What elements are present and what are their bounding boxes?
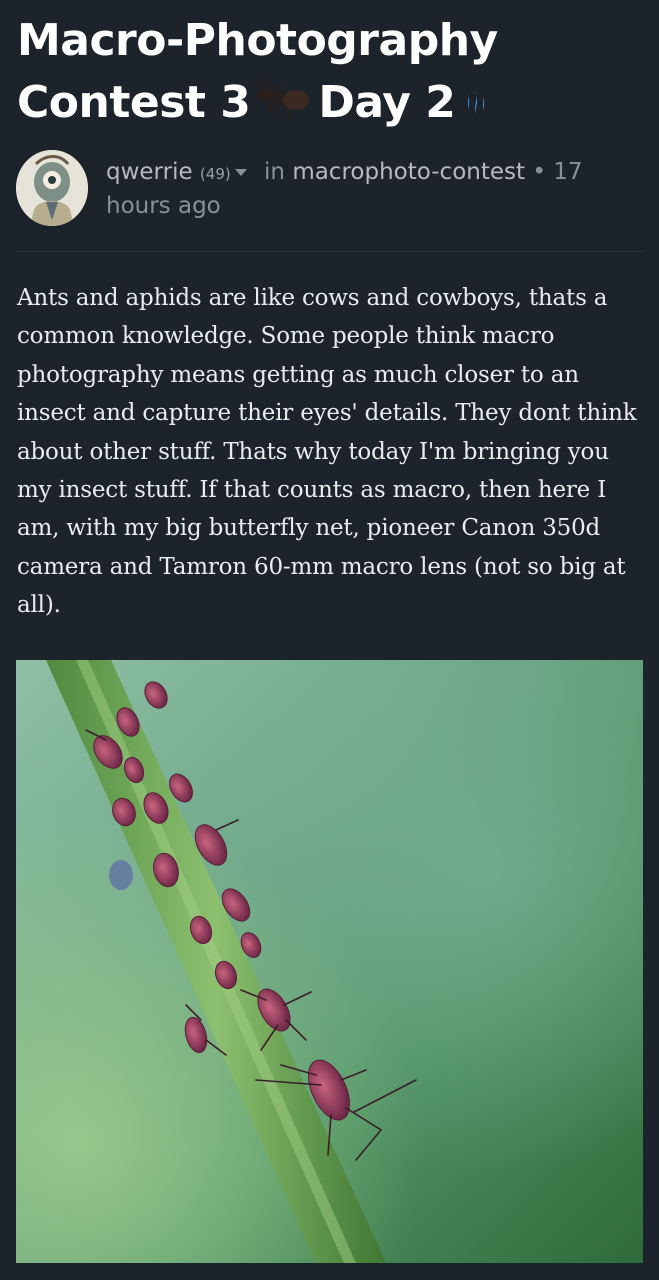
author-name[interactable]: qwerrie <box>106 159 193 185</box>
ant-icon <box>256 74 312 136</box>
steem-icon <box>463 74 489 136</box>
post-title: Macro-Photography Contest 3 Day 2 <box>17 10 642 136</box>
post-photo[interactable] <box>16 660 643 1263</box>
post-title-part2: Day 2 <box>318 77 456 128</box>
post-meta: qwerrie (49) in macrophoto-contest • 17 … <box>106 156 626 222</box>
meta-separator: • <box>532 159 546 185</box>
avatar[interactable] <box>16 150 88 226</box>
in-label: in <box>264 159 285 185</box>
divider <box>16 251 643 252</box>
author-reputation: (49) <box>199 165 231 183</box>
post-body: Ants and aphids are like cows and cowboy… <box>17 285 637 619</box>
chevron-down-icon[interactable] <box>234 169 247 176</box>
community-link[interactable]: macrophoto-contest <box>292 159 525 185</box>
author-row: qwerrie (49) in macrophoto-contest • 17 … <box>16 150 643 240</box>
